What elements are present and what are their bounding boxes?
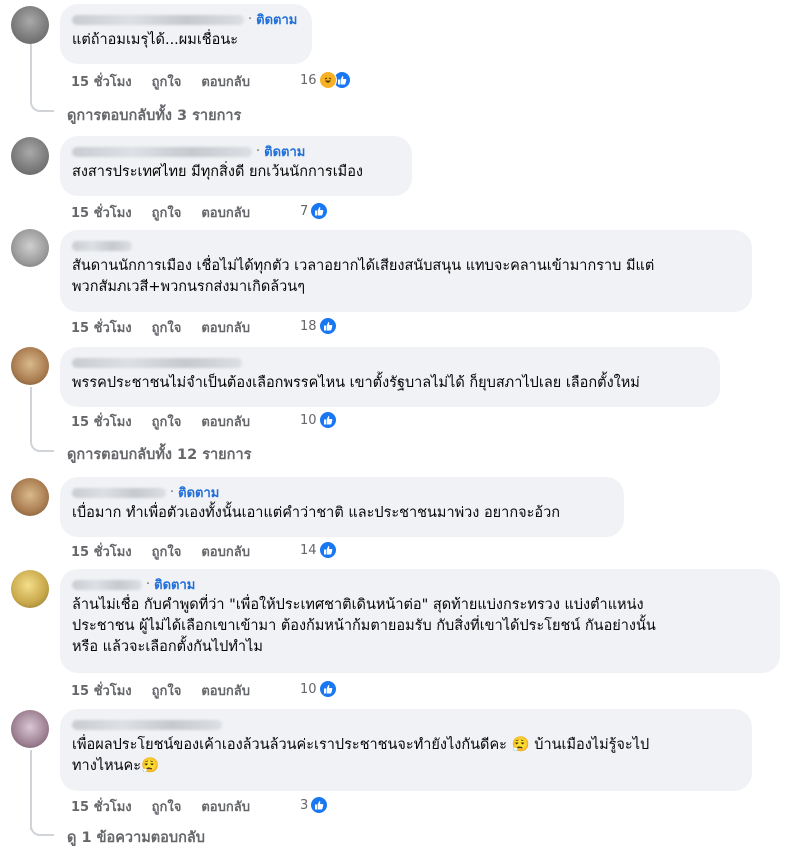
like-button[interactable]: ถูกใจ (152, 317, 182, 338)
commenter-name[interactable] (72, 487, 166, 498)
timestamp-link[interactable]: 15 ชั่วโมง (71, 796, 132, 817)
commenter-name[interactable] (72, 719, 222, 730)
reaction-count: 14 (300, 542, 317, 558)
follow-button[interactable]: ติดตาม (178, 482, 219, 503)
commenter-name[interactable] (72, 357, 242, 368)
comment-text: เบื่อมาก ทำเพื่อตัวเองทั้งนั้นเอาแต่คำว่… (72, 505, 561, 521)
reaction-summary[interactable]: 3 (300, 796, 329, 814)
comment-actions: 15 ชั่วโมง ถูกใจ ตอบกลับ (71, 317, 270, 337)
like-icon (318, 541, 337, 559)
comment-text: เพื่อผลประโยชน์ของเค้าเองล้วนล้วนค่ะเราป… (72, 737, 650, 753)
comment-bubble: พรรคประชาชนไม่จำเป็นต้องเลือกพรรคไหน เขา… (60, 347, 720, 407)
reaction-summary[interactable]: 16 (300, 71, 351, 89)
comment-text: แต่ถ้าอมเมรุได้...ผมเชื่อนะ (72, 32, 239, 48)
comment-actions: 15 ชั่วโมง ถูกใจ ตอบกลับ (71, 202, 270, 222)
follow-button[interactable]: ติดตาม (154, 574, 195, 595)
reaction-count: 16 (300, 72, 317, 88)
follow-button[interactable]: ติดตาม (264, 141, 305, 162)
reaction-count: 3 (300, 797, 309, 813)
separator-dot: · (248, 12, 253, 27)
reply-button[interactable]: ตอบกลับ (201, 796, 250, 817)
view-replies-link[interactable]: ดูการตอบกลับทั้ง 3 รายการ (67, 104, 241, 127)
reply-button[interactable]: ตอบกลับ (201, 202, 250, 223)
comment-actions: 15 ชั่วโมง ถูกใจ ตอบกลับ (71, 541, 270, 561)
like-button[interactable]: ถูกใจ (152, 411, 182, 432)
like-icon (318, 317, 337, 335)
reply-button[interactable]: ตอบกลับ (201, 317, 250, 338)
avatar[interactable] (11, 137, 49, 175)
thread-hook (30, 826, 54, 836)
like-icon (318, 680, 337, 698)
comment-text: ทางไหนคะ😮‍💨 (72, 758, 160, 774)
reaction-count: 7 (300, 203, 309, 219)
comment-bubble: สันดานนักการเมือง เชื่อไม่ได้ทุกตัว เวลา… (60, 230, 752, 312)
reaction-summary[interactable]: 7 (300, 202, 329, 220)
reply-button[interactable]: ตอบกลับ (201, 541, 250, 562)
comment-actions: 15 ชั่วโมง ถูกใจ ตอบกลับ (71, 796, 270, 816)
reaction-count: 10 (300, 412, 317, 428)
comment-bubble: · ติดตาม สงสารประเทศไทย มีทุกสิ่งดี ยกเว… (60, 136, 412, 196)
timestamp-link[interactable]: 15 ชั่วโมง (71, 202, 132, 223)
like-button[interactable]: ถูกใจ (152, 71, 182, 92)
reaction-count: 10 (300, 681, 317, 697)
comment-bubble: · ติดตาม ล้านไม่เชื่อ กับคำพูดที่ว่า "เพ… (60, 569, 780, 673)
like-button[interactable]: ถูกใจ (152, 202, 182, 223)
like-button[interactable]: ถูกใจ (152, 680, 182, 701)
comment-bubble: · ติดตาม แต่ถ้าอมเมรุได้...ผมเชื่อนะ (60, 4, 312, 64)
thread-line (30, 750, 32, 830)
comment-text: ล้านไม่เชื่อ กับคำพูดที่ว่า "เพื่อให้ประ… (72, 597, 644, 613)
reaction-summary[interactable]: 10 (300, 680, 337, 698)
separator-dot: · (170, 485, 175, 500)
reaction-summary[interactable]: 10 (300, 411, 337, 429)
reply-button[interactable]: ตอบกลับ (201, 680, 250, 701)
avatar[interactable] (11, 6, 49, 44)
timestamp-link[interactable]: 15 ชั่วโมง (71, 411, 132, 432)
comment-bubble: · ติดตาม เบื่อมาก ทำเพื่อตัวเองทั้งนั้นเ… (60, 477, 624, 537)
view-replies-link[interactable]: ดูการตอบกลับทั้ง 12 รายการ (67, 443, 251, 466)
comment-text: พรรคประชาชนไม่จำเป็นต้องเลือกพรรคไหน เขา… (72, 375, 640, 391)
comment-text: สงสารประเทศไทย มีทุกสิ่งดี ยกเว้นนักการเ… (72, 164, 364, 180)
thread-hook (30, 102, 54, 112)
view-replies-link[interactable]: ดู 1 ข้อความตอบกลับ (67, 826, 205, 849)
comment-actions: 15 ชั่วโมง ถูกใจ ตอบกลับ (71, 411, 270, 431)
like-icon (310, 796, 329, 814)
timestamp-link[interactable]: 15 ชั่วโมง (71, 317, 132, 338)
timestamp-link[interactable]: 15 ชั่วโมง (71, 680, 132, 701)
commenter-name[interactable] (72, 14, 244, 25)
avatar[interactable] (11, 229, 49, 267)
like-button[interactable]: ถูกใจ (152, 796, 182, 817)
comment-actions: 15 ชั่วโมง ถูกใจ ตอบกลับ (71, 71, 270, 91)
reaction-count: 18 (300, 318, 317, 334)
comment-bubble: เพื่อผลประโยชน์ของเค้าเองล้วนล้วนค่ะเราป… (60, 709, 752, 791)
separator-dot: · (146, 577, 151, 592)
commenter-name[interactable] (72, 146, 252, 157)
thread-line (30, 44, 32, 102)
avatar[interactable] (11, 478, 49, 516)
comment-actions: 15 ชั่วโมง ถูกใจ ตอบกลับ (71, 680, 270, 700)
like-icon (310, 202, 329, 220)
like-button[interactable]: ถูกใจ (152, 541, 182, 562)
reaction-summary[interactable]: 14 (300, 541, 337, 559)
thread-line (30, 387, 32, 442)
timestamp-link[interactable]: 15 ชั่วโมง (71, 71, 132, 92)
follow-button[interactable]: ติดตาม (256, 9, 297, 30)
reply-button[interactable]: ตอบกลับ (201, 71, 250, 92)
comment-text: ประชาชน ผู้ไม่ได้เลือกเขาเข้ามา ต้องก้มห… (72, 618, 656, 634)
avatar[interactable] (11, 710, 49, 748)
reaction-summary[interactable]: 18 (300, 317, 337, 335)
thread-hook (30, 442, 54, 452)
avatar[interactable] (11, 570, 49, 608)
timestamp-link[interactable]: 15 ชั่วโมง (71, 541, 132, 562)
reply-button[interactable]: ตอบกลับ (201, 411, 250, 432)
comment-text: หรือ แล้วจะเลือกตั้งกันไปทำไม (72, 639, 263, 655)
like-icon (318, 411, 337, 429)
avatar[interactable] (11, 347, 49, 385)
comment-text: สันดานนักการเมือง เชื่อไม่ได้ทุกตัว เวลา… (72, 258, 655, 274)
comment-text: พวกสัมภเวสี+พวกนรกส่งมาเกิดล้วนๆ (72, 279, 306, 295)
separator-dot: · (256, 144, 261, 159)
commenter-name[interactable] (72, 240, 132, 251)
haha-icon (318, 71, 337, 89)
commenter-name[interactable] (72, 579, 142, 590)
